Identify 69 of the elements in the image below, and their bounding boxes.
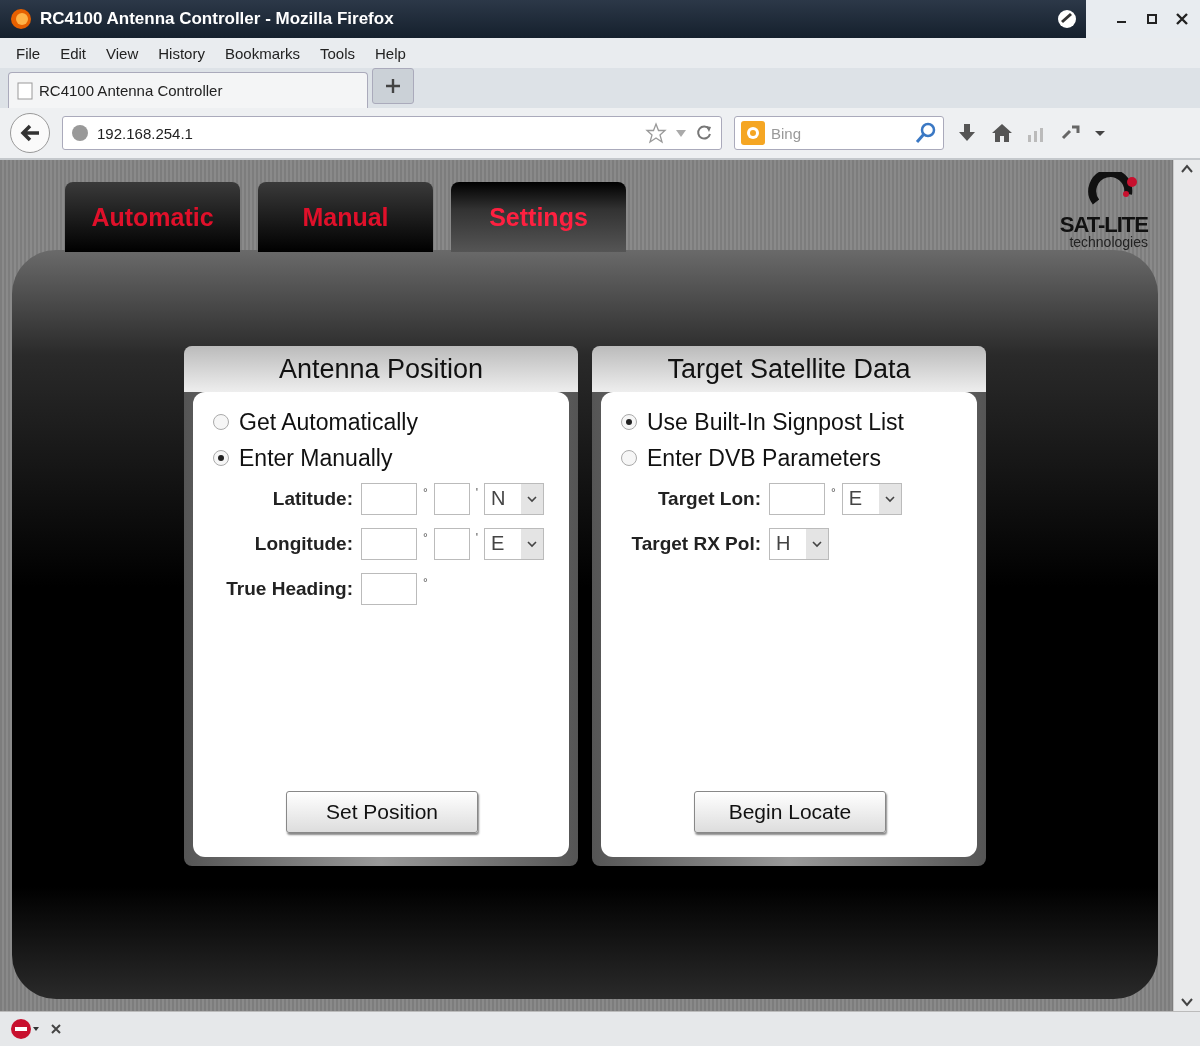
new-tab-button[interactable] (372, 68, 414, 104)
field-label: Latitude: (271, 487, 354, 510)
address-field[interactable]: 192.168.254.1 (62, 116, 722, 150)
menu-item[interactable]: View (106, 44, 139, 62)
tab[interactable]: Automatic (65, 182, 240, 252)
scroll-down-icon[interactable] (1181, 997, 1193, 1007)
input-field[interactable] (433, 527, 470, 560)
search-icon[interactable] (915, 122, 937, 144)
menu-item[interactable]: Bookmarks (224, 44, 300, 62)
radio-label[interactable]: Get Automatically (239, 408, 418, 436)
card-title: Target Satellite Data (592, 346, 986, 392)
input-field[interactable] (433, 482, 470, 515)
radio-label[interactable]: Enter DVB Parameters (647, 444, 881, 472)
back-button[interactable] (10, 113, 50, 153)
radio-button[interactable] (213, 450, 229, 466)
stop-sign-icon[interactable] (10, 1017, 40, 1041)
chevron-down-icon (884, 494, 895, 503)
arrow-left-icon (19, 123, 41, 143)
star-icon[interactable] (645, 122, 667, 144)
menu-item[interactable]: Help (375, 44, 406, 62)
page-icon (17, 81, 33, 100)
scroll-up-icon[interactable] (1181, 164, 1193, 174)
radio-label[interactable]: Use Built-In Signpost List (647, 408, 904, 436)
window-title: RC4100 Antenna Controller - Mozilla Firefox (40, 9, 394, 29)
unit-mark: ' (475, 486, 479, 500)
unit-mark: ° (423, 576, 428, 590)
unit-mark: ° (831, 486, 836, 500)
reload-icon[interactable] (695, 124, 713, 142)
chevron-down-icon (812, 539, 822, 548)
scrollbar[interactable] (1173, 160, 1200, 1011)
action-button[interactable]: Set Position (286, 791, 478, 833)
home-icon[interactable] (990, 122, 1014, 144)
sync-icon[interactable] (1056, 8, 1078, 30)
logo-text: SAT-LITE (1059, 212, 1148, 237)
input-field[interactable] (361, 572, 417, 605)
unit-mark: ° (423, 486, 428, 500)
plus-icon (385, 78, 401, 94)
menu-item[interactable]: File (16, 44, 41, 62)
input-field[interactable] (769, 482, 825, 515)
unit-mark: ° (423, 531, 428, 545)
chevron-down-icon (527, 494, 538, 503)
maximize-icon[interactable] (1146, 13, 1158, 25)
dropdown[interactable]: E (484, 527, 545, 560)
input-field[interactable] (361, 482, 417, 515)
field-label: True Heading: (225, 577, 354, 600)
field-label: Longitude: (253, 532, 354, 555)
menu-caret-icon[interactable] (1094, 128, 1106, 138)
menu-item[interactable]: Tools (320, 44, 355, 62)
field-label: Target Lon: (656, 487, 762, 510)
dropdown[interactable]: H (769, 527, 829, 560)
radio-button[interactable] (621, 414, 637, 430)
close-icon[interactable] (1176, 13, 1188, 25)
radio-button[interactable] (213, 414, 229, 430)
dropdown[interactable]: N (484, 482, 545, 515)
browser-tab[interactable]: RC4100 Antenna Controller (8, 72, 368, 108)
field-label: Target RX Pol: (630, 532, 762, 555)
logo-tagline: technologies (1069, 234, 1148, 250)
close-icon[interactable] (50, 1023, 62, 1035)
menu-item[interactable]: History (158, 44, 205, 62)
unit-mark: ' (475, 531, 479, 545)
input-field[interactable] (361, 527, 417, 560)
firefox-icon (10, 8, 32, 30)
radio-button[interactable] (621, 450, 637, 466)
chevron-down-icon (527, 539, 538, 548)
radio-label[interactable]: Enter Manually (239, 444, 393, 472)
dropdown[interactable]: E (841, 482, 902, 515)
card-title: Antenna Position (184, 346, 578, 392)
action-button[interactable]: Begin Locate (694, 791, 886, 833)
menu-item[interactable]: Edit (60, 44, 87, 62)
